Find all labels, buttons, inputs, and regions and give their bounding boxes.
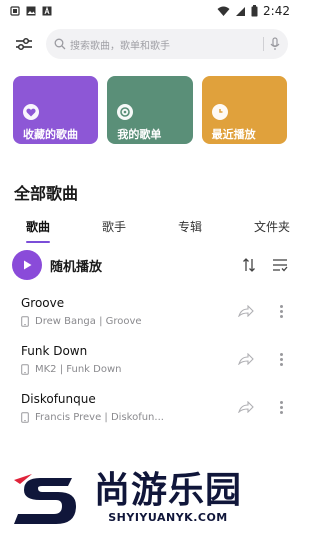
watermark-text-block: 尚游乐园 SHYIYUANYK.COM [94,470,243,525]
tab-artists[interactable]: 歌手 [102,218,126,243]
song-title: Funk Down [21,343,88,358]
wifi-icon [217,6,230,16]
song-row[interactable]: Groove Drew Banga | Groove [0,287,300,335]
phone-icon [21,363,29,375]
share-icon[interactable] [238,305,254,317]
song-title: Diskofunque [21,391,96,406]
library-tabs: 歌曲 歌手 专辑 文件夹 [0,218,300,243]
list-select-icon[interactable] [272,258,288,272]
signal-icon [236,6,246,16]
search-placeholder: 搜索歌曲，歌单和歌手 [70,40,170,52]
filter-settings-button[interactable] [12,32,36,56]
tile-my-playlists[interactable]: 我的歌单 [107,76,193,144]
notification-icon [10,6,20,16]
image-icon [26,6,36,16]
tab-folders[interactable]: 文件夹 [254,218,290,243]
status-time: 2:42 [263,4,290,18]
status-bar: 2:42 [0,0,300,22]
tab-songs[interactable]: 歌曲 [26,218,51,243]
clock-icon [211,104,228,120]
tile-label: 最近播放 [211,128,256,141]
tile-favorite-songs[interactable]: 收藏的歌曲 [13,76,99,144]
microphone-icon[interactable] [270,37,280,51]
search-row: 搜索歌曲，歌单和歌手 [0,22,300,66]
shuffle-play-label[interactable]: 随机播放 [50,256,242,275]
song-subtitle: Francis Preve | Diskofun... [35,411,164,423]
shuffle-play-row: 随机播放 [0,243,300,287]
phone-icon [21,411,29,423]
song-subtitle: Drew Banga | Groove [35,315,142,327]
share-icon[interactable] [238,401,254,413]
song-row[interactable]: Diskofunque Francis Preve | Diskofun... [0,383,300,431]
list-tools [242,258,288,272]
more-options-button[interactable] [274,400,288,414]
watermark-url: SHYIYUANYK.COM [108,511,228,524]
heart-icon [23,104,39,120]
tile-label: 收藏的歌曲 [23,128,78,141]
status-right-icons: 2:42 [217,4,290,18]
disc-icon [117,104,134,120]
song-row[interactable]: Funk Down MK2 | Funk Down [0,335,300,383]
watermark-title: 尚游乐园 [94,470,243,511]
section-title: 全部歌曲 [14,184,79,203]
status-left-icons [10,6,52,16]
quick-access-tiles: 收藏的歌曲 我的歌单 最近播放 [0,76,300,144]
watermark-logo [10,470,88,526]
song-title: Groove [21,295,65,310]
a-icon [42,6,52,16]
more-options-button[interactable] [274,304,288,318]
site-watermark: 尚游乐园 SHYIYUANYK.COM [0,462,300,533]
tab-albums[interactable]: 专辑 [178,218,202,243]
battery-icon [251,5,258,17]
sliders-icon [16,37,32,51]
search-icon [54,38,66,50]
search-input[interactable]: 搜索歌曲，歌单和歌手 [46,29,288,59]
more-options-button[interactable] [274,352,288,366]
song-subtitle: MK2 | Funk Down [35,363,122,375]
search-divider [263,37,264,51]
phone-icon [21,315,29,327]
tile-recently-played[interactable]: 最近播放 [201,76,287,144]
play-icon [24,260,32,270]
shuffle-play-button[interactable] [12,250,42,280]
sort-icon[interactable] [242,258,256,272]
tile-label: 我的歌单 [117,128,162,141]
share-icon[interactable] [238,353,254,365]
